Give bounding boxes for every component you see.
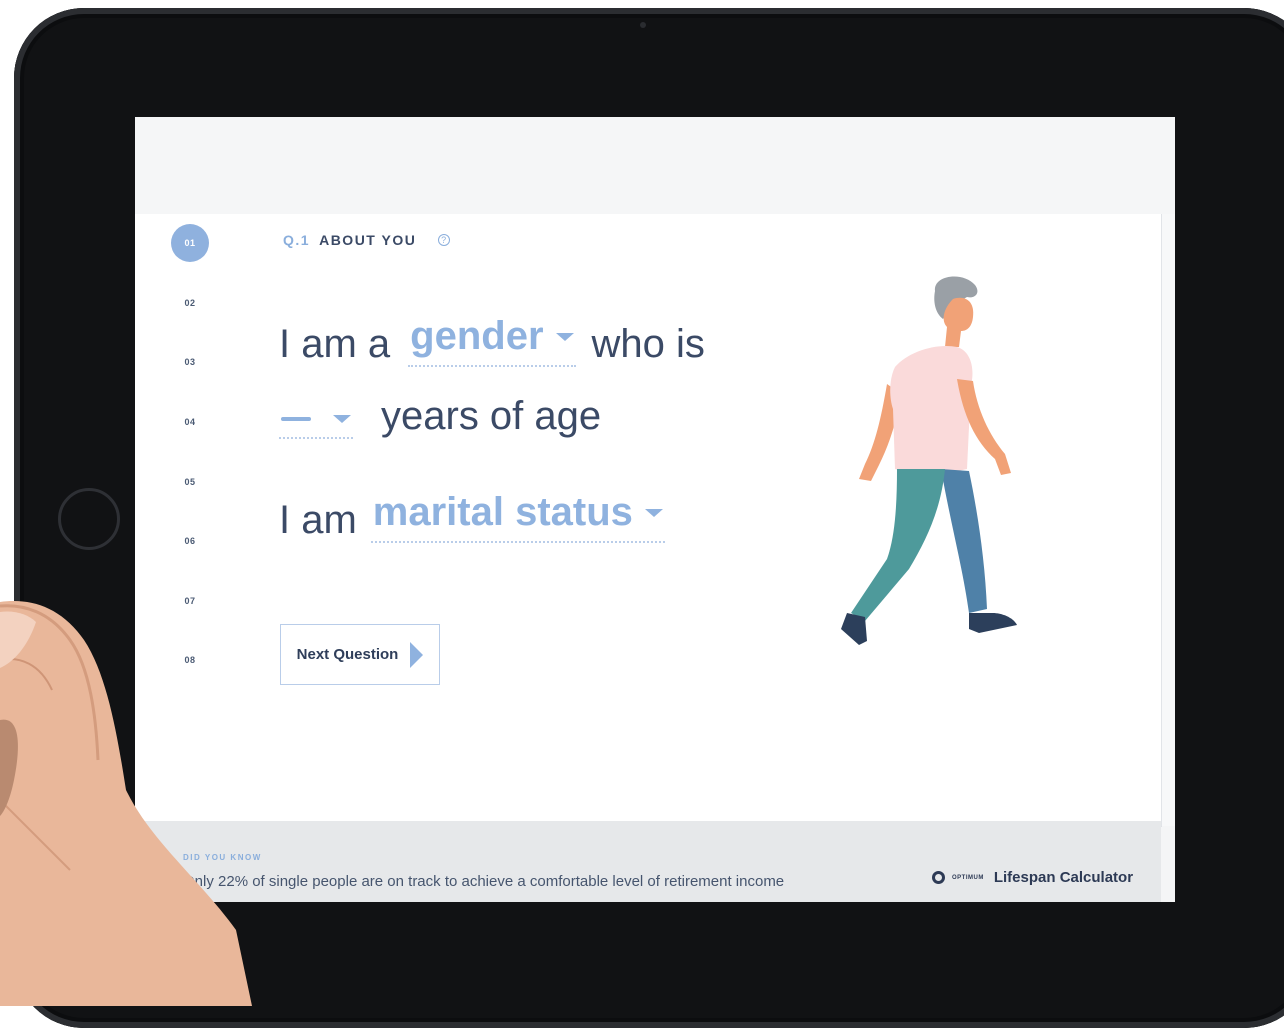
- question-circle-icon[interactable]: ?: [438, 234, 451, 246]
- brand-small-text: OPTIMUM: [952, 874, 984, 881]
- sentence-age: years of age: [279, 394, 601, 439]
- age-empty-value: [281, 417, 311, 421]
- sentence-prefix: I am a: [279, 322, 391, 366]
- fact-text: Only 22% of single people are on track t…: [183, 873, 785, 890]
- camera-icon: [640, 22, 646, 28]
- sentence-prefix: I am: [279, 498, 357, 542]
- screen-top-area: [135, 117, 1175, 214]
- gender-dropdown[interactable]: gender: [408, 314, 576, 367]
- sentence-suffix: years of age: [381, 394, 602, 438]
- footer-bar: DID YOU KNOW Only 22% of single people a…: [142, 821, 1161, 902]
- next-question-label: Next Question: [296, 646, 399, 663]
- sentence-suffix: who is: [591, 322, 705, 366]
- age-dropdown[interactable]: [279, 415, 353, 439]
- sentence-gender: I am a gender who is: [279, 314, 705, 367]
- calculator-app: 01 02 03 04 05 06 07 08 Q.1 ABOUT YOU ? …: [135, 214, 1162, 902]
- marital-status-dropdown[interactable]: marital status: [370, 490, 665, 543]
- marital-value: marital status: [372, 490, 633, 534]
- play-arrow-icon: [410, 641, 424, 668]
- chevron-down-icon: [555, 332, 574, 341]
- question-title: ABOUT YOU: [319, 232, 417, 248]
- sentence-marital: I am marital status: [279, 490, 665, 543]
- question-header: Q.1 ABOUT YOU ?: [283, 232, 451, 248]
- next-question-button[interactable]: Next Question: [280, 624, 440, 685]
- gender-value: gender: [410, 314, 544, 358]
- chevron-down-icon: [333, 415, 351, 423]
- hand-image: [0, 601, 252, 1006]
- walking-person-illustration: [841, 276, 1017, 645]
- brand: OPTIMUM Lifespan Calculator: [932, 869, 1133, 886]
- brand-name: Lifespan Calculator: [993, 869, 1134, 886]
- question-number: Q.1: [283, 232, 311, 248]
- tablet-screen: 01 02 03 04 05 06 07 08 Q.1 ABOUT YOU ? …: [135, 117, 1175, 902]
- chevron-down-icon: [644, 508, 663, 517]
- optimum-logo-icon: [932, 871, 945, 884]
